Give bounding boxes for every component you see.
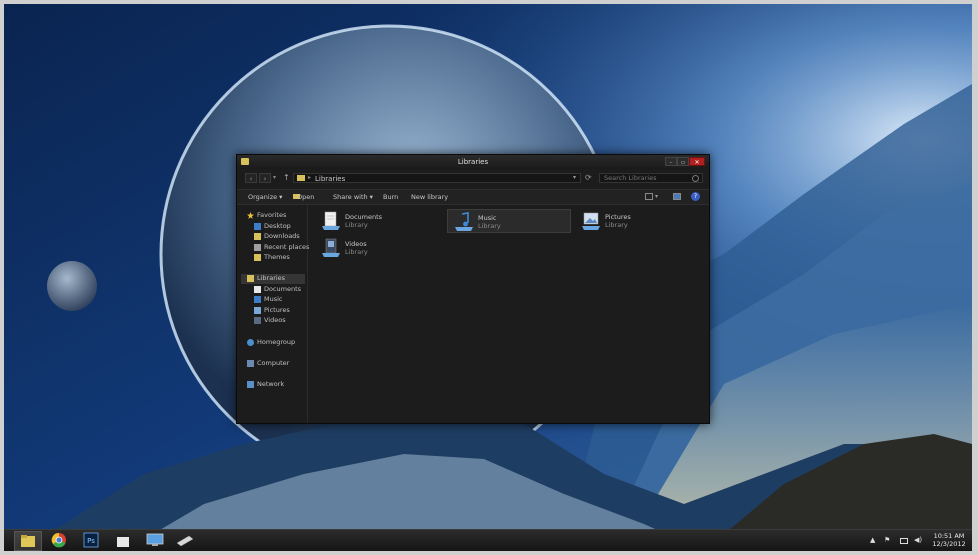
taskbar: Ps ▲ ⚑ ◀) 10:51 AM 12/3/2012: [4, 529, 972, 551]
photoshop-icon: Ps: [83, 532, 99, 548]
remote-desktop-icon: [146, 533, 164, 546]
explorer-icon: [21, 535, 35, 547]
breadcrumb-arrow-icon[interactable]: ▸: [308, 174, 311, 181]
photoshop-label: Ps: [87, 537, 95, 545]
library-videos[interactable]: Videos Library: [315, 236, 439, 260]
videos-library-icon: [322, 238, 340, 257]
computer-icon: [247, 360, 254, 367]
command-bar: Organize ▾ Open Share with ▾ Burn New li…: [237, 189, 709, 205]
sidebar-item-label: Music: [264, 295, 283, 303]
pictures-icon: [254, 307, 261, 314]
search-input[interactable]: [599, 173, 703, 183]
library-pictures[interactable]: Pictures Library: [575, 209, 699, 233]
taskbar-calendar[interactable]: [110, 531, 138, 551]
taskbar-explorer[interactable]: [14, 531, 42, 551]
documents-library-icon: [322, 211, 340, 230]
recent-places-icon: [254, 244, 261, 251]
maximize-button[interactable]: ▫: [677, 157, 689, 166]
sidebar-item-label: Network: [257, 380, 285, 388]
desktop-icon: [254, 223, 261, 230]
sidebar-item-label: Videos: [264, 316, 286, 324]
preview-pane-icon[interactable]: [673, 193, 681, 200]
library-type: Library: [605, 221, 628, 229]
content-pane: Documents Library Music Library Pictures…: [309, 205, 707, 423]
library-documents[interactable]: Documents Library: [315, 209, 439, 233]
help-icon[interactable]: ?: [691, 192, 700, 201]
address-row: ‹ › ▾ ↑ ▸ Libraries ▾ ⟳: [237, 171, 709, 185]
close-button[interactable]: ✕: [689, 157, 705, 166]
sidebar-item-label: Computer: [257, 359, 290, 367]
sidebar-item-label: Pictures: [264, 306, 290, 314]
library-name: Documents: [345, 213, 383, 221]
sidebar-item-label: Favorites: [257, 211, 287, 219]
music-icon: [254, 296, 261, 303]
clock-time: 10:51 AM: [933, 532, 965, 540]
desktop: Libraries – ▫ ✕ ‹ › ▾ ↑ ▸ Libraries ▾ ⟳ …: [4, 4, 972, 551]
network-icon: [247, 381, 254, 388]
back-button[interactable]: ‹: [245, 173, 257, 183]
homegroup-icon: [247, 339, 254, 346]
sidebar-item-libraries[interactable]: Libraries: [241, 274, 305, 284]
sidebar-item-label: Recent places: [264, 243, 310, 251]
taskbar-drive[interactable]: [172, 531, 200, 551]
organize-button[interactable]: Organize ▾: [248, 193, 282, 201]
pictures-library-icon: [582, 212, 600, 230]
show-hidden-icons-button[interactable]: ▲: [870, 536, 875, 544]
chrome-icon: [51, 532, 66, 548]
themes-folder-icon: [254, 254, 261, 261]
drive-icon: [176, 535, 194, 547]
system-clock[interactable]: 10:51 AM 12/3/2012: [930, 532, 968, 548]
calendar-icon: [117, 534, 129, 547]
new-library-button[interactable]: New library: [411, 193, 448, 201]
sidebar-item-label: Documents: [264, 285, 302, 293]
downloads-folder-icon: [254, 233, 261, 240]
address-dropdown-button[interactable]: ▾: [573, 174, 576, 181]
navigation-pane: Favorites Desktop Downloads Recent place…: [237, 205, 310, 423]
library-type: Library: [478, 222, 501, 230]
taskbar-photoshop[interactable]: Ps: [78, 531, 106, 551]
volume-icon[interactable]: ◀): [914, 536, 922, 544]
refresh-button[interactable]: ⟳: [585, 173, 592, 182]
view-options-dropdown[interactable]: ▾: [655, 193, 658, 200]
title-bar[interactable]: Libraries – ▫ ✕: [237, 155, 709, 169]
up-button[interactable]: ↑: [283, 173, 290, 182]
share-with-button[interactable]: Share with ▾: [333, 193, 373, 201]
explorer-window: Libraries – ▫ ✕ ‹ › ▾ ↑ ▸ Libraries ▾ ⟳ …: [236, 154, 710, 424]
music-library-icon: [455, 212, 473, 231]
network-tray-icon[interactable]: [900, 538, 908, 544]
documents-icon: [254, 286, 261, 293]
action-center-flag-icon[interactable]: ⚑: [884, 536, 890, 544]
search-icon[interactable]: [692, 175, 699, 182]
folder-icon: [297, 175, 305, 181]
sidebar-item-label: Downloads: [264, 232, 300, 240]
sidebar-item-label: Themes: [264, 253, 290, 261]
sidebar-item-label: Libraries: [257, 274, 286, 282]
library-name: Pictures: [605, 213, 631, 221]
address-bar[interactable]: ▸ Libraries ▾: [293, 173, 581, 183]
library-music[interactable]: Music Library: [447, 209, 571, 233]
window-title: Libraries: [457, 158, 489, 166]
videos-icon: [254, 317, 261, 324]
change-view-icon[interactable]: [645, 193, 653, 200]
burn-button[interactable]: Burn: [383, 193, 398, 201]
sidebar-item-label: Desktop: [264, 222, 291, 230]
breadcrumb-libraries[interactable]: Libraries: [315, 175, 345, 183]
clock-date: 12/3/2012: [932, 540, 966, 548]
libraries-icon: [247, 275, 254, 282]
taskbar-chrome[interactable]: [46, 531, 74, 551]
sidebar-item-label: Homegroup: [257, 338, 296, 346]
library-name: Music: [478, 214, 497, 222]
library-type: Library: [345, 248, 368, 256]
taskbar-remote-desktop[interactable]: [142, 531, 170, 551]
recent-locations-button[interactable]: ▾: [273, 174, 276, 181]
library-type: Library: [345, 221, 368, 229]
library-name: Videos: [345, 240, 367, 248]
open-button[interactable]: Open: [297, 193, 314, 201]
star-icon: [247, 212, 254, 219]
minimize-button[interactable]: –: [665, 157, 677, 166]
forward-button[interactable]: ›: [259, 173, 271, 183]
